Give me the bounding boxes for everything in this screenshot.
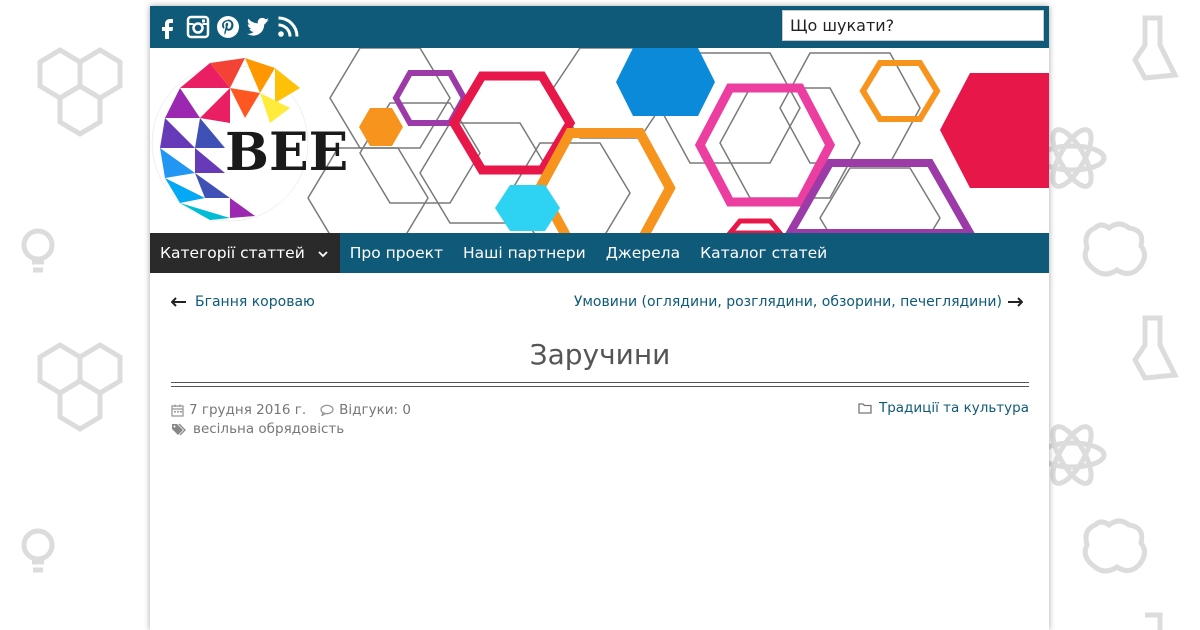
page-title: Заручини <box>529 338 671 371</box>
nav-item-sources[interactable]: Джерела <box>596 233 690 273</box>
post-category-link[interactable]: Традиції та культура <box>879 400 1029 416</box>
next-post-link[interactable]: Умовини (оглядини, розглядини, обзорини,… <box>574 294 1023 310</box>
post-category[interactable]: Традиції та культура <box>858 400 1029 416</box>
prev-post-title: Бгання короваю <box>195 294 315 310</box>
post-date: 7 грудня 2016 г. <box>171 402 306 418</box>
instagram-icon[interactable] <box>186 15 210 39</box>
post-tag-link[interactable]: весільна обрядовість <box>193 421 344 437</box>
nav-item-about[interactable]: Про проект <box>340 233 453 273</box>
flask-icon <box>1132 315 1179 381</box>
nav-item-partners[interactable]: Наші партнери <box>453 233 596 273</box>
chevron-down-icon <box>318 250 328 257</box>
prev-post-link[interactable]: Бгання короваю <box>171 294 315 310</box>
search-input[interactable] <box>782 10 1044 41</box>
molecule-icon <box>37 342 123 432</box>
page-container: BEE Категорії статтей Про проект Наші па… <box>150 6 1049 630</box>
pinterest-icon[interactable] <box>216 15 240 39</box>
flask-icon <box>1145 612 1163 630</box>
logo-text: BEE <box>225 122 348 183</box>
flask-icon <box>1132 15 1179 81</box>
lightbulb-icon <box>21 528 55 573</box>
post-date-text: 7 грудня 2016 г. <box>189 402 307 418</box>
tags-icon <box>172 423 186 435</box>
atom-icon <box>1037 127 1107 189</box>
nav-item-catalog[interactable]: Каталог статей <box>690 233 837 273</box>
top-bar <box>150 6 1049 48</box>
arrow-left-icon <box>171 297 186 307</box>
brain-icon <box>1082 221 1147 277</box>
social-links <box>156 12 300 42</box>
header-banner: BEE <box>150 48 1049 233</box>
facebook-icon[interactable] <box>156 15 180 39</box>
twitter-icon[interactable] <box>246 15 270 39</box>
main-nav: Категорії статтей Про проект Наші партне… <box>150 233 1049 273</box>
title-divider <box>171 382 1029 387</box>
folder-icon <box>858 403 872 414</box>
nav-item-categories[interactable]: Категорії статтей <box>150 233 340 273</box>
rss-icon[interactable] <box>276 15 300 39</box>
brain-icon <box>1082 518 1147 574</box>
arrow-right-icon <box>1008 297 1023 307</box>
post-comments-text: Відгуки: 0 <box>339 402 411 418</box>
post-comments[interactable]: Відгуки: 0 <box>320 402 411 418</box>
comment-icon <box>320 404 334 416</box>
molecule-icon <box>37 47 123 137</box>
nav-item-label: Категорії статтей <box>160 244 305 262</box>
next-post-title: Умовини (оглядини, розглядини, обзорини,… <box>573 294 1002 310</box>
post-meta: 7 грудня 2016 г. Відгуки: 0 Традиції та … <box>171 400 1029 437</box>
atom-icon <box>1037 424 1107 486</box>
calendar-icon <box>171 404 184 417</box>
post-tags: весільна обрядовість <box>171 421 344 437</box>
banner-hexagons: BEE <box>151 48 1049 233</box>
lightbulb-icon <box>21 228 55 273</box>
